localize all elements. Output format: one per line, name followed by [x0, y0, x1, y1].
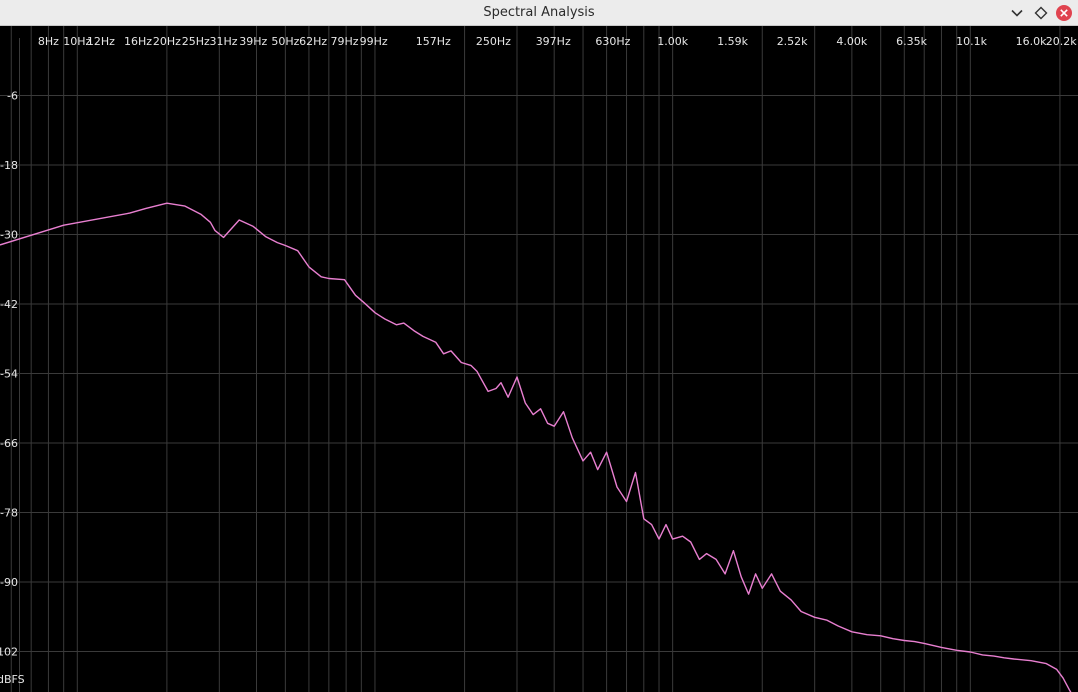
x-tick-label: 16.0k: [1016, 35, 1047, 48]
x-tick-label: 39Hz: [239, 35, 267, 48]
spectrum-traces: [0, 202, 1072, 692]
chevron-down-icon: [1010, 6, 1024, 20]
x-tick-label: 2.52k: [777, 35, 808, 48]
x-tick-label: 31Hz: [210, 35, 238, 48]
x-tick-label: 50Hz: [271, 35, 299, 48]
x-tick-label: 25Hz: [182, 35, 210, 48]
y-gridlines: [0, 38, 1078, 692]
y-tick-label: -66: [0, 437, 18, 450]
x-tick-label: 10.1k: [956, 35, 987, 48]
window-titlebar: Spectral Analysis: [0, 0, 1078, 26]
y-unit-label: dBFS: [0, 673, 25, 686]
x-tick-label: 250Hz: [476, 35, 511, 48]
x-tick-label: 630Hz: [595, 35, 630, 48]
y-tick-label: -6: [7, 89, 18, 102]
y-tick-label: -90: [0, 576, 18, 589]
x-tick-label: 12Hz: [87, 35, 115, 48]
maximize-button[interactable]: [1031, 3, 1051, 23]
spectrum-plot-area[interactable]: 8Hz 10Hz 12Hz 16Hz 20Hz 25Hz 31Hz 39Hz 50Hz 62Hz 7…: [0, 26, 1078, 692]
x-tick-labels: 8Hz 10Hz12Hz 16Hz 20Hz 25Hz 31Hz 39Hz 50Hz 62Hz 7…: [38, 35, 1077, 48]
window-title: Spectral Analysis: [483, 5, 595, 20]
x-tick-label: 20.2k: [1046, 35, 1077, 48]
close-icon: [1055, 4, 1073, 22]
x-tick-label: 20Hz: [153, 35, 181, 48]
x-tick-label: 79Hz: [330, 35, 358, 48]
y-tick-label: -102: [0, 645, 18, 658]
spectrum-chart: 8Hz 10Hz12Hz 16Hz 20Hz 25Hz 31Hz 39Hz 50Hz 62Hz 7…: [0, 26, 1078, 692]
diamond-icon: [1034, 6, 1048, 20]
x-tick-label: 397Hz: [536, 35, 571, 48]
y-tick-label: -18: [0, 159, 18, 172]
y-tick-labels: -6-18-30-42-54-66-78-90-102: [0, 89, 18, 658]
x-gridlines: [10, 26, 1061, 692]
y-tick-label: -42: [0, 298, 18, 311]
x-tick-label: 6.35k: [896, 35, 927, 48]
x-tick-label: 62Hz: [299, 35, 327, 48]
y-tick-label: -78: [0, 506, 18, 519]
x-tick-label: 16Hz: [124, 35, 152, 48]
minimize-button[interactable]: [1007, 3, 1027, 23]
x-tick-label: 4.00k: [836, 35, 867, 48]
close-button[interactable]: [1054, 3, 1074, 23]
spectrum-line: [0, 202, 1072, 692]
x-tick-label: 1.59k: [717, 35, 748, 48]
x-tick-label: 99Hz: [360, 35, 388, 48]
x-tick-label: 1.00k: [657, 35, 688, 48]
x-tick-label: 157Hz: [416, 35, 451, 48]
y-tick-label: -54: [0, 367, 18, 380]
x-tick-label: 8Hz: [38, 35, 59, 48]
